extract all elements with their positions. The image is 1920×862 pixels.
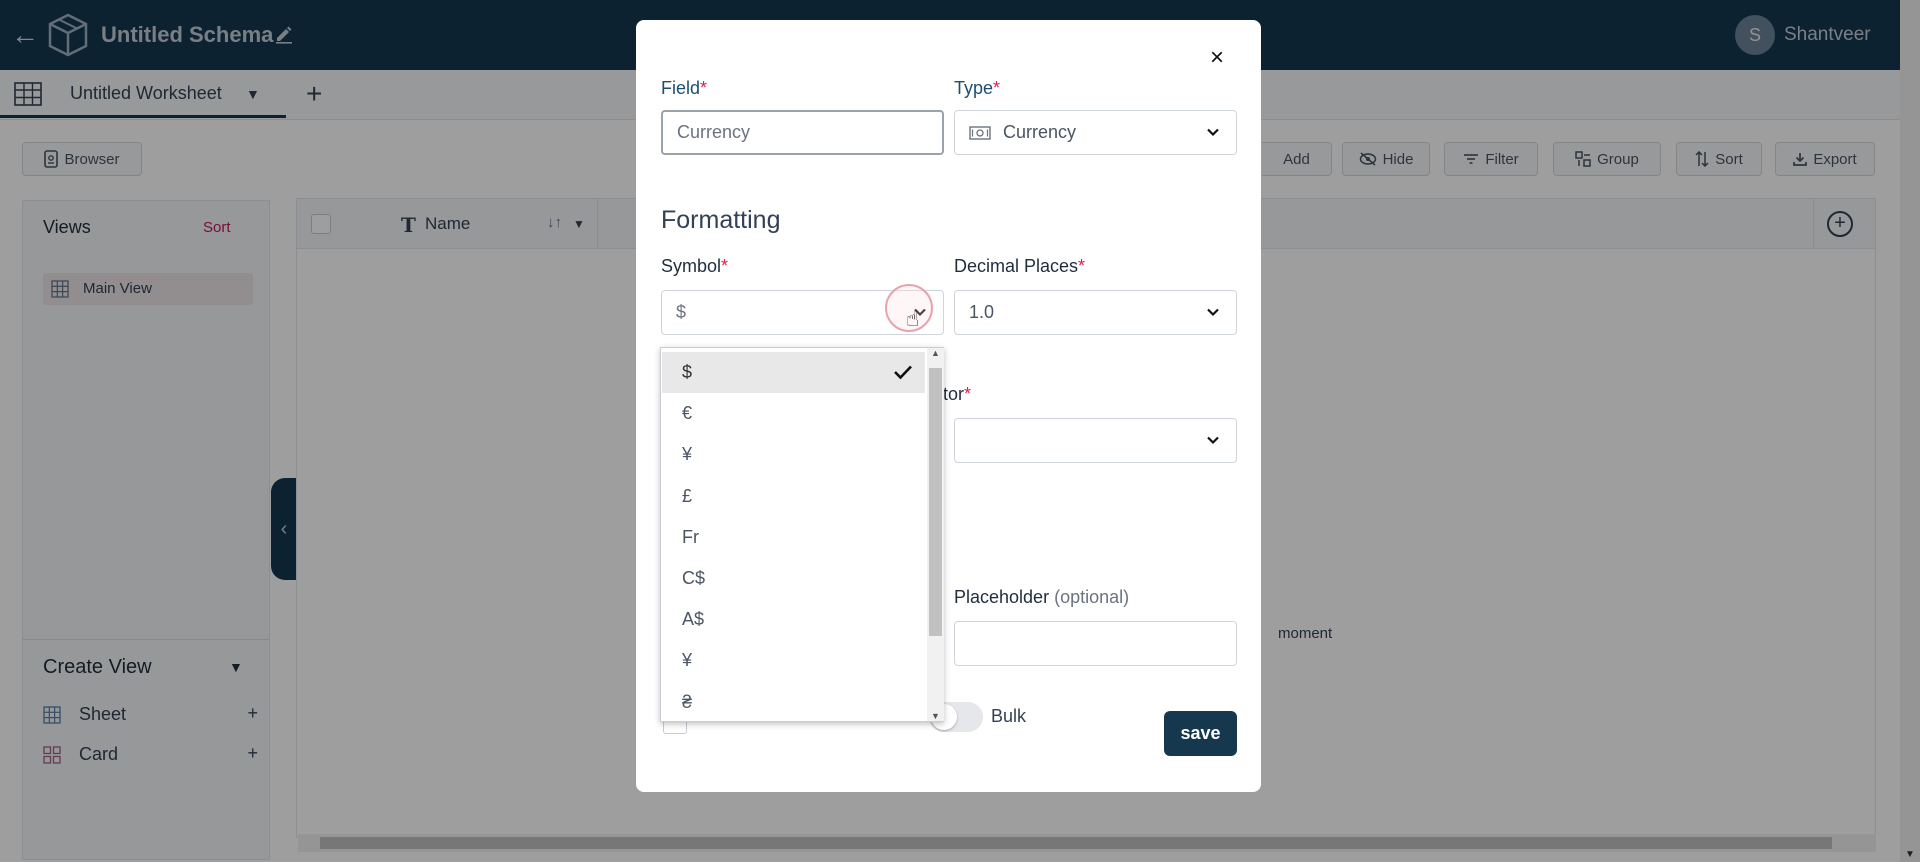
symbol-label-text: Symbol	[661, 256, 722, 276]
decimal-places-select[interactable]: 1.0	[954, 290, 1237, 335]
required-mark: *	[721, 256, 729, 276]
placeholder-input[interactable]	[954, 621, 1237, 666]
banknote-icon	[969, 125, 991, 140]
placeholder-label-text: Placeholder	[954, 587, 1050, 607]
chevron-down-icon	[1207, 308, 1219, 317]
required-mark: *	[1078, 256, 1086, 276]
symbol-option-label: ¥	[682, 650, 693, 671]
field-label: Field*	[661, 78, 707, 99]
type-value: Currency	[1003, 122, 1077, 142]
save-button[interactable]: save	[1164, 711, 1237, 756]
field-name-value: Currency	[677, 122, 751, 142]
symbol-option-label: €	[682, 403, 693, 424]
chevron-down-icon	[1207, 436, 1219, 445]
hand-cursor-icon: ☝	[906, 306, 920, 331]
placeholder-label: Placeholder (optional)	[954, 587, 1129, 608]
separator-label: tor*	[943, 384, 971, 405]
symbol-option[interactable]: A$	[662, 599, 925, 640]
symbol-option-label: C$	[682, 568, 706, 588]
placeholder-optional-text: (optional)	[1054, 587, 1130, 607]
symbol-option-label: Fr	[682, 526, 699, 547]
checkmark-icon	[894, 365, 912, 380]
formatting-section-title: Formatting	[661, 206, 781, 234]
bulk-label: Bulk	[991, 706, 1027, 726]
symbol-option[interactable]: £	[662, 476, 925, 517]
symbol-dropdown-list: $ € ¥ £ Fr C$ A$ ¥ ₴ ▲ ▼	[660, 347, 944, 722]
symbol-label: Symbol*	[661, 256, 728, 277]
required-mark: *	[964, 384, 972, 404]
separator-select[interactable]	[954, 418, 1237, 463]
symbol-option[interactable]: €	[662, 393, 925, 434]
symbol-option[interactable]: Fr	[662, 517, 925, 558]
scroll-up-arrow-icon[interactable]: ▲	[927, 348, 944, 358]
symbol-option-label: A$	[682, 609, 705, 630]
separator-label-text: tor	[943, 384, 965, 404]
symbol-option[interactable]: ¥	[662, 640, 925, 681]
decimal-places-value: 1.0	[969, 302, 995, 322]
required-mark: *	[700, 78, 708, 98]
type-label: Type*	[954, 78, 1000, 99]
symbol-option[interactable]: ₴	[662, 682, 925, 723]
dropdown-scroll-thumb[interactable]	[929, 368, 942, 636]
close-icon[interactable]: ×	[1205, 46, 1229, 70]
symbol-option-label: $	[682, 362, 693, 382]
symbol-option[interactable]: ¥	[662, 434, 925, 475]
field-label-text: Field	[661, 78, 701, 98]
symbol-option[interactable]: C$	[662, 558, 925, 599]
decimal-places-label: Decimal Places*	[954, 256, 1085, 277]
type-select[interactable]: Currency	[954, 110, 1237, 155]
symbol-option-label: £	[682, 485, 693, 506]
symbol-option-label: ₴	[682, 691, 693, 712]
symbol-option-label: ¥	[682, 444, 693, 465]
symbol-value: $	[676, 302, 687, 322]
field-name-input[interactable]: Currency	[661, 110, 944, 155]
symbol-option[interactable]: $	[662, 352, 925, 393]
dropdown-scrollbar[interactable]: ▲ ▼	[927, 348, 944, 721]
decimal-places-label-text: Decimal Places	[954, 256, 1079, 276]
required-mark: *	[993, 78, 1001, 98]
scroll-down-arrow-icon[interactable]: ▼	[927, 711, 944, 721]
type-label-text: Type	[954, 78, 994, 98]
chevron-down-icon	[1207, 128, 1219, 137]
